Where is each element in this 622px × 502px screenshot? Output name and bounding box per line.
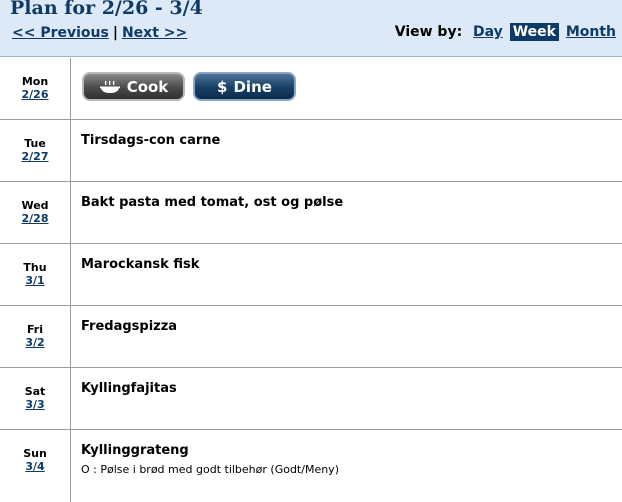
view-by-switcher: View by: Day Week Month: [395, 23, 616, 41]
day-row-thu: Thu 3/1 Marockansk fisk: [0, 244, 622, 306]
date-link[interactable]: 2/28: [0, 212, 70, 225]
meal-title[interactable]: Fredagspizza: [81, 319, 177, 334]
day-of-week: Thu: [23, 261, 47, 274]
dollar-icon: $: [217, 77, 228, 96]
day-of-week: Mon: [21, 75, 49, 88]
date-link[interactable]: 3/4: [0, 460, 70, 473]
meal-title[interactable]: Bakt pasta med tomat, ost og pølse: [81, 195, 343, 210]
meal-title[interactable]: Tirsdags-con carne: [81, 133, 220, 148]
day-row-sun: Sun 3/4 Kyllinggrateng O : Pølse i brød …: [0, 430, 622, 502]
day-cell: Thu 3/1: [0, 244, 70, 287]
page-title: Plan for 2/26 - 3/4: [10, 0, 203, 19]
day-of-week: Wed: [21, 199, 49, 212]
view-by-label: View by:: [394, 24, 463, 40]
day-cell: Sun 3/4: [0, 430, 70, 473]
meal-title[interactable]: Marockansk fisk: [81, 257, 199, 272]
date-link[interactable]: 3/3: [0, 398, 70, 411]
nav-separator: |: [112, 25, 118, 41]
day-cell: Mon 2/26: [0, 58, 70, 101]
date-link[interactable]: 2/26: [0, 88, 70, 101]
next-week-link[interactable]: Next >>: [122, 25, 187, 41]
day-of-week: Fri: [26, 323, 43, 336]
view-day-link[interactable]: Day: [473, 24, 503, 40]
date-link[interactable]: 3/2: [0, 336, 70, 349]
day-of-week: Sun: [23, 447, 47, 460]
meal-title[interactable]: Kyllingfajitas: [81, 381, 177, 396]
cook-label: Cook: [126, 77, 169, 96]
meal-title[interactable]: Kyllinggrateng: [81, 443, 189, 458]
day-of-week: Tue: [24, 137, 46, 150]
day-cell: Tue 2/27: [0, 120, 70, 163]
cook-button[interactable]: Cook: [82, 72, 185, 101]
day-row-wed: Wed 2/28 Bakt pasta med tomat, ost og pø…: [0, 182, 622, 244]
day-row-sat: Sat 3/3 Kyllingfajitas: [0, 368, 622, 430]
day-cell: Wed 2/28: [0, 182, 70, 225]
day-cell: Fri 3/2: [0, 306, 70, 349]
plan-header: Plan for 2/26 - 3/4 << Previous | Next >> …: [0, 0, 622, 57]
date-link[interactable]: 2/27: [0, 150, 70, 163]
cooking-pot-icon: [99, 79, 121, 95]
dine-button[interactable]: $ Dine: [193, 72, 296, 101]
previous-week-link[interactable]: << Previous: [12, 25, 109, 41]
dine-label: Dine: [233, 77, 272, 96]
meal-note: O : Pølse i brød med godt tilbehør (Godt…: [81, 463, 339, 476]
day-row-mon: Mon 2/26 Cook $ Dine: [0, 58, 622, 120]
day-row-fri: Fri 3/2 Fredagspizza: [0, 306, 622, 368]
day-cell: Sat 3/3: [0, 368, 70, 411]
day-of-week: Sat: [24, 385, 46, 398]
view-week-active[interactable]: Week: [509, 23, 559, 41]
day-row-tue: Tue 2/27 Tirsdags-con carne: [0, 120, 622, 182]
view-month-link[interactable]: Month: [566, 24, 616, 40]
date-link[interactable]: 3/1: [0, 274, 70, 287]
week-navigation: << Previous | Next >>: [12, 25, 187, 41]
